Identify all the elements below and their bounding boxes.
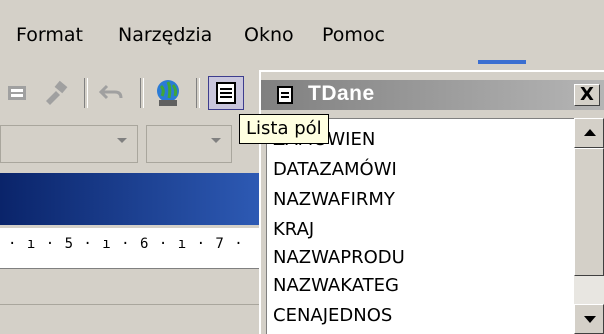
format-painter-icon[interactable] [38,76,74,110]
vertical-scrollbar[interactable] [574,118,604,334]
chevron-down-icon [211,138,221,143]
menu-narzedzia[interactable]: Narzędzia [118,18,212,52]
menu-accent [478,60,526,64]
menu-pomoc[interactable]: Pomoc [322,18,385,52]
list-item[interactable]: CENAJEDNOS [273,305,392,326]
toolbar-separator [140,78,144,108]
ruler-scale: · ı · 5 · ı · 6 · ı · 7 · [8,236,244,252]
list-item[interactable]: NAZWAPRODU [273,247,405,268]
field-list: ZAMÓWIEN DATAZAMÓWI NAZWAFIRMY KRAJ NAZW… [266,118,574,334]
close-button[interactable]: X [574,84,600,106]
object-combo[interactable] [0,125,138,163]
undo-icon[interactable] [94,76,130,110]
font-combo[interactable] [146,125,232,163]
scroll-thumb[interactable] [574,148,604,276]
toolbar-separator [196,78,200,108]
menu-bar: Format Narzędzia Okno Pomoc [0,0,604,69]
list-item[interactable]: NAZWAFIRMY [273,189,395,210]
field-list-icon[interactable] [208,76,244,110]
arrow-up-icon [584,129,596,136]
scroll-down-button[interactable] [574,304,604,334]
field-list-title: TDane [308,82,375,105]
office-assistant-icon[interactable] [0,76,36,110]
arrow-down-icon [584,316,596,323]
field-list-icon [277,86,293,104]
tooltip: Lista pól [239,114,329,144]
menu-okno[interactable]: Okno [244,18,294,52]
chevron-down-icon [117,138,127,143]
list-item[interactable]: NAZWAKATEG [273,275,399,296]
menu-format[interactable]: Format [16,18,83,52]
web-globe-icon[interactable] [150,76,186,110]
toolbar-separator [84,78,88,108]
list-item[interactable]: KRAJ [273,219,314,240]
scroll-up-button[interactable] [574,118,604,148]
list-item[interactable]: DATAZAMÓWI [273,159,397,180]
